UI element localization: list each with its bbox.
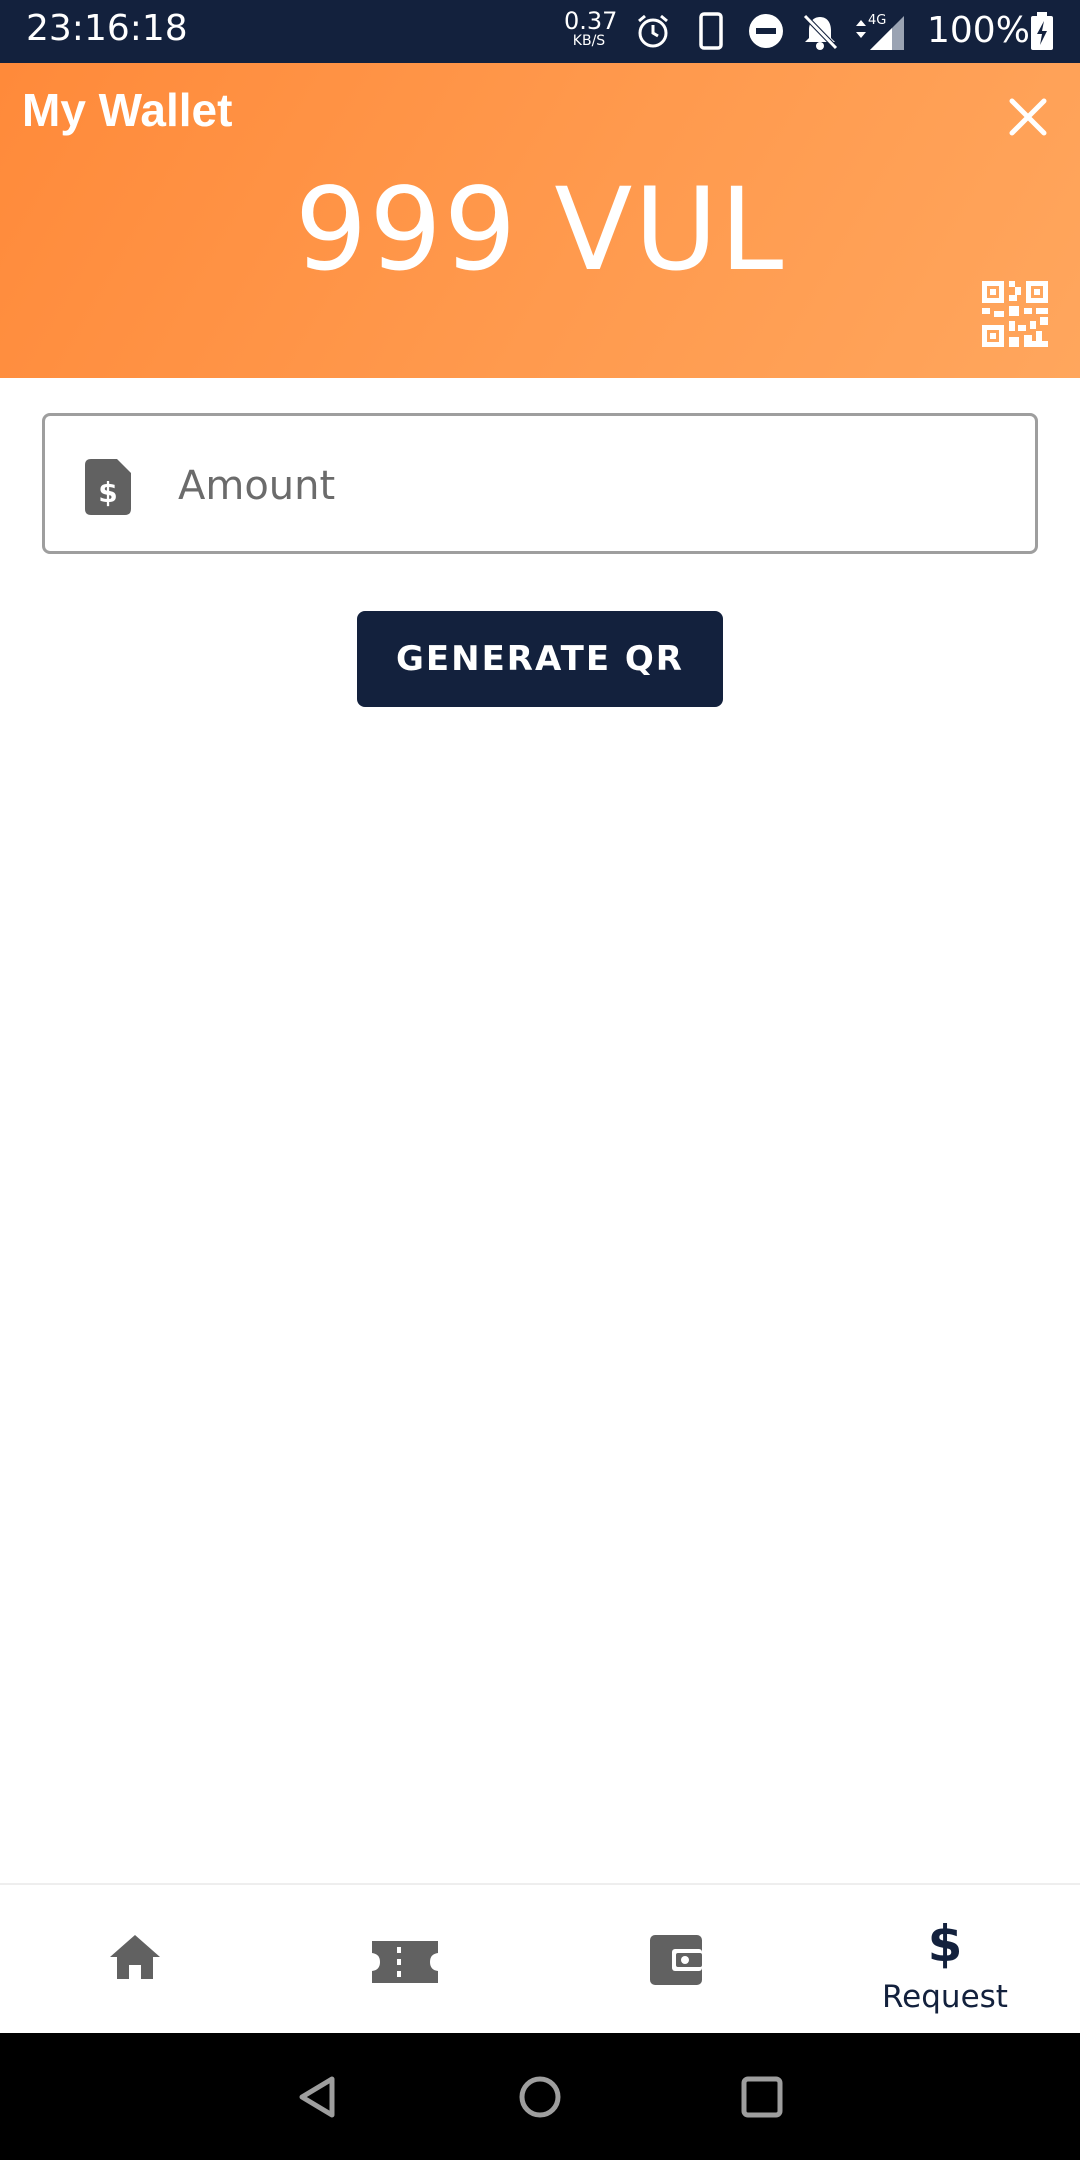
close-icon[interactable] — [1004, 93, 1052, 141]
status-bar: 23:16:18 0.37 KB/S 4G 100% — [0, 0, 1080, 63]
do-not-disturb-icon — [749, 14, 783, 48]
nav-label-request: Request — [882, 1979, 1008, 2015]
nav-item-request[interactable]: $ Request — [810, 1885, 1080, 2035]
bottom-navigation: $ Request — [0, 1883, 1080, 2033]
recents-icon[interactable] — [740, 2075, 784, 2119]
balance-currency: VUL — [554, 163, 786, 296]
wallet-balance: 999 VUL — [0, 163, 1080, 296]
battery-charging-icon — [1031, 12, 1053, 50]
nav-item-wallet[interactable] — [540, 1885, 810, 2035]
home-circle-icon[interactable] — [518, 2075, 562, 2119]
network-speed: 0.37 KB/S — [564, 7, 618, 49]
status-time: 23:16:18 — [26, 8, 188, 49]
network-speed-value: 0.37 — [564, 7, 618, 35]
generate-qr-button[interactable]: GENERATE QR — [357, 611, 723, 707]
money-document-icon: $ — [85, 459, 131, 515]
amount-field[interactable]: $ — [42, 413, 1038, 554]
qr-code-icon[interactable] — [982, 281, 1048, 347]
battery-percentage: 100% — [927, 10, 1030, 51]
system-navigation-bar — [0, 2033, 1080, 2160]
wallet-icon — [650, 1935, 702, 1985]
home-icon — [110, 1935, 160, 1979]
network-type: 4G — [868, 13, 886, 28]
svg-text:$: $ — [98, 476, 117, 509]
network-speed-unit: KB/S — [572, 33, 606, 49]
signal-icon: 4G — [856, 13, 904, 50]
back-icon[interactable] — [296, 2075, 340, 2119]
wallet-header: My Wallet 999 VUL — [0, 63, 1080, 378]
ticket-icon — [372, 1941, 438, 1983]
balance-amount: 999 — [294, 163, 519, 296]
alarm-icon — [638, 14, 668, 48]
dollar-icon: $ — [928, 1917, 962, 1969]
page-title: My Wallet — [22, 84, 233, 136]
phone-icon — [699, 12, 723, 50]
nav-item-tickets[interactable] — [270, 1885, 540, 2035]
svg-text:$: $ — [928, 1917, 962, 1969]
amount-input[interactable] — [178, 446, 998, 526]
bell-off-icon — [803, 14, 838, 50]
nav-item-home[interactable] — [0, 1885, 270, 2035]
